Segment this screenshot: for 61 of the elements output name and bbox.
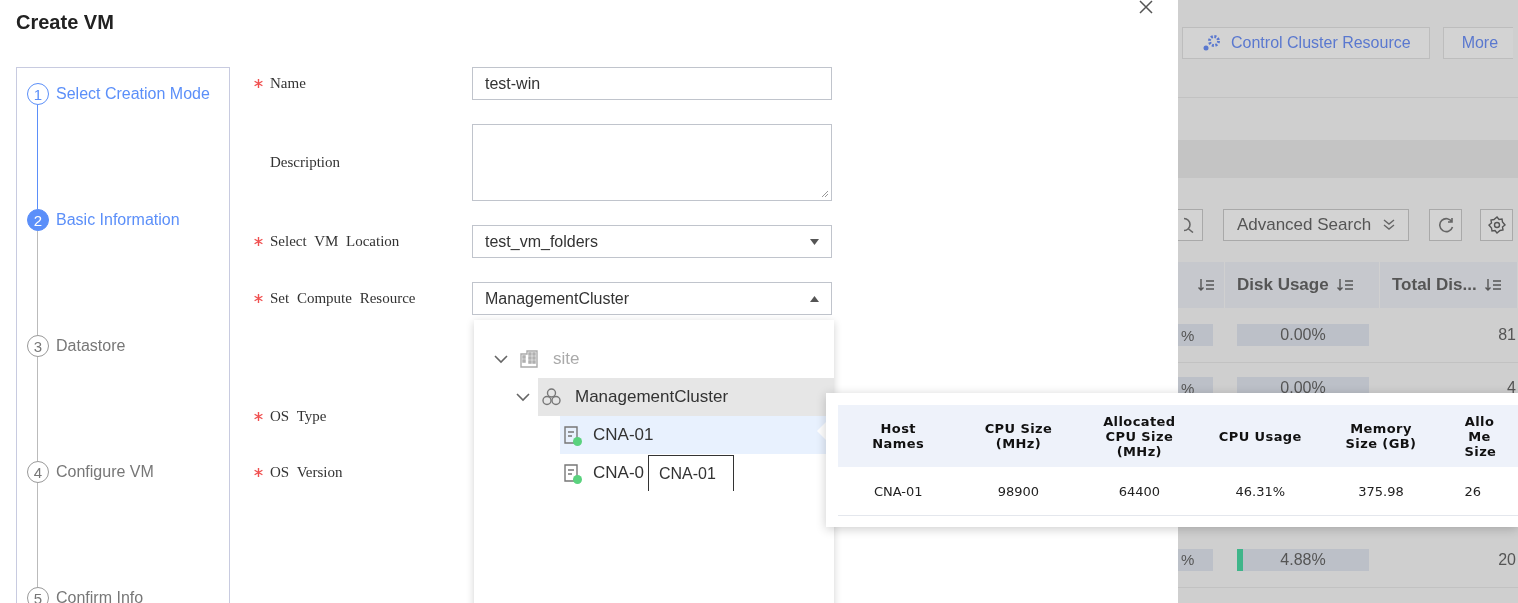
caret-icon [810,295,819,302]
gears-icon [1201,34,1221,52]
name-field[interactable]: test-win [472,67,832,100]
host-icon [564,426,579,444]
column-header: CPU Size (MHz) [983,421,1054,451]
select-field[interactable]: test_vm_folders [472,225,832,258]
table-cell: 98900 [958,467,1079,516]
field-label: Set Compute Resource [270,290,416,307]
disk-usage-bar: 0.00% [1237,324,1369,346]
step-number[interactable]: 2 [27,209,49,231]
double-chevron-icon [1383,219,1396,231]
field-label: OS Type [270,407,327,425]
column-header[interactable]: Disk Usage [1237,275,1329,295]
field-label: OS Version [270,463,343,481]
column-header[interactable]: Total Dis... [1392,275,1477,295]
search-icon [1184,217,1194,233]
settings-button[interactable] [1480,209,1513,241]
sort-icon[interactable] [1336,278,1353,292]
table-cell-text: 4 [1507,379,1517,397]
column-header: Allocated CPU Size (MHz) [1102,413,1177,459]
table-cell-text: 81 [1498,326,1517,344]
settings-icon [1487,216,1506,234]
usage-bar: % [1178,548,1213,571]
toolbar-button[interactable]: More [1442,27,1513,59]
table-cell: 46.31% [1200,467,1321,516]
building-icon [520,350,539,368]
usage-bar: % [1178,324,1213,346]
refresh-button[interactable] [1429,209,1462,241]
column-header: CPU Usage [1217,428,1303,444]
toolbar-button[interactable]: Control Cluster Resource [1182,27,1430,59]
column-header: Memory Size (GB) [1344,421,1418,451]
field-label: Description [270,154,340,171]
step-label[interactable]: Datastore [56,337,126,355]
dialog-title: Create VM [16,10,114,35]
host-icon [564,464,579,482]
close-icon[interactable] [1139,0,1153,14]
step-label[interactable]: Configure VM [56,463,154,481]
select-field[interactable]: ManagementCluster [472,282,832,315]
step-label[interactable]: Basic Information [56,211,180,229]
description-field[interactable] [472,124,832,201]
column-header: Allo Me Size [1463,413,1495,459]
cluster-icon [542,388,561,406]
caret-icon [810,238,819,245]
search-button[interactable] [1178,209,1203,241]
table-cell: 64400 [1078,467,1201,516]
table-cell: 375.98 [1320,467,1442,516]
refresh-icon [1437,217,1454,233]
disk-usage-bar: 4.88% [1237,548,1369,571]
table-cell: 26 [1441,467,1518,516]
tooltip: CNA-01 [648,455,734,491]
field-label: Name [270,75,306,92]
sort-icon[interactable] [1198,278,1214,292]
step-label[interactable]: Select Creation Mode [56,85,210,103]
sort-icon[interactable] [1484,278,1501,292]
table-cell: CNA-01 [838,467,959,516]
step-label[interactable]: Confirm Info [56,589,144,603]
advanced-search-button[interactable]: Advanced Search [1223,209,1409,241]
table-cell-text: 20 [1498,550,1517,569]
field-label: Select VM Location [270,233,400,250]
column-header: Host Names [871,421,926,451]
resize-grip-icon[interactable] [821,190,829,198]
